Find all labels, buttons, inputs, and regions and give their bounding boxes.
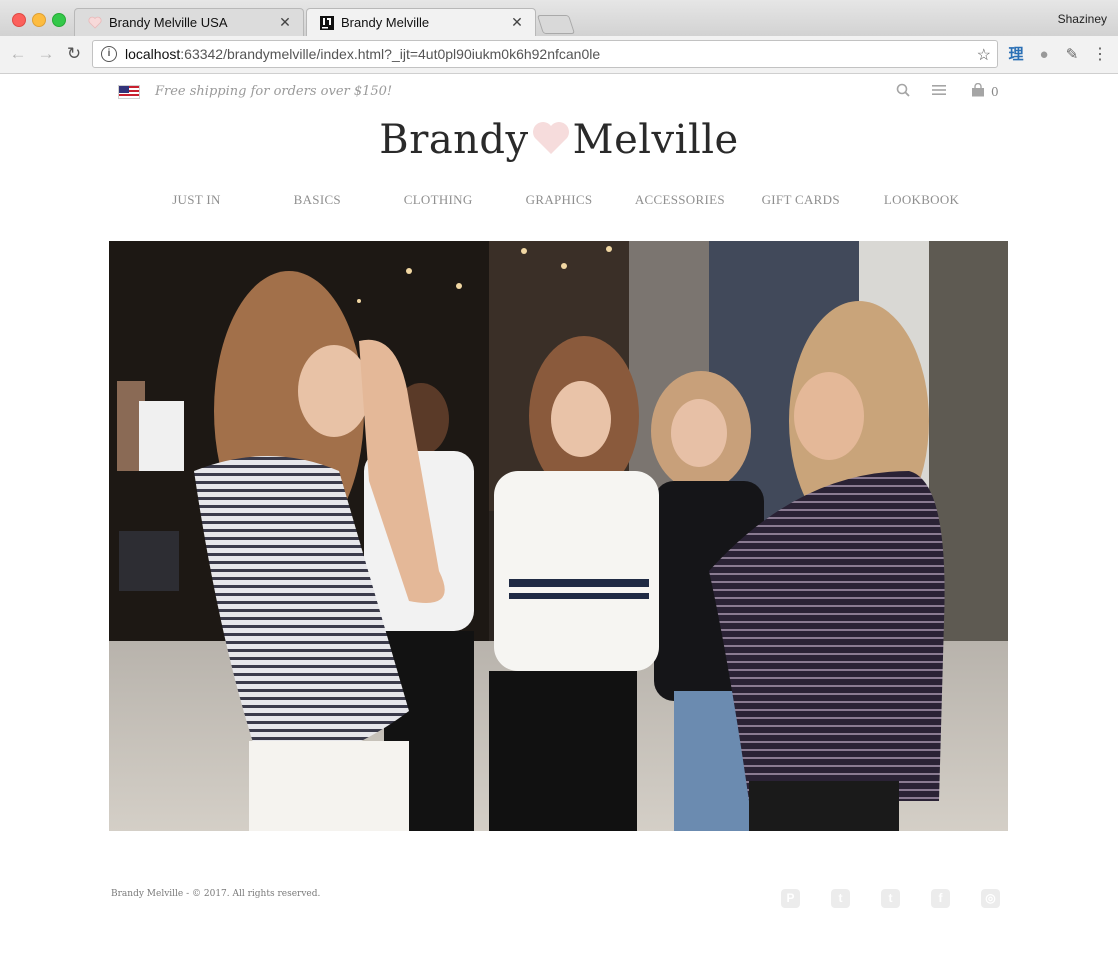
nav-item-graphics[interactable]: GRAPHICS: [499, 192, 620, 208]
nav-item-basics[interactable]: BASICS: [257, 192, 378, 208]
instagram-icon[interactable]: ◎: [981, 889, 1000, 908]
heart-icon: [87, 15, 103, 31]
search-icon[interactable]: [896, 83, 910, 101]
profile-name[interactable]: Shaziney: [1058, 12, 1107, 26]
footer-copyright: Brandy Melville - © 2017. All rights res…: [111, 889, 321, 899]
brand-logo[interactable]: Brandy Melville: [0, 117, 1118, 166]
nav-item-gift-cards[interactable]: GIFT CARDS: [740, 192, 861, 208]
address-bar[interactable]: i localhost:63342/brandymelville/index.h…: [92, 40, 998, 68]
url-host: localhost: [125, 46, 181, 62]
info-icon[interactable]: i: [101, 46, 117, 62]
translate-extension-icon[interactable]: 理: [1007, 46, 1025, 64]
main-navigation: JUST IN BASICS CLOTHING GRAPHICS ACCESSO…: [136, 192, 982, 208]
new-tab-button[interactable]: [536, 15, 576, 34]
eyedropper-extension-icon[interactable]: ✎: [1063, 46, 1081, 64]
pinterest-icon[interactable]: P: [781, 889, 800, 908]
tab-close-icon[interactable]: ✕: [277, 14, 293, 31]
browser-titlebar: Brandy Melville USA ✕ Brandy Melville ✕ …: [0, 0, 1118, 36]
logo-text-left: Brandy: [379, 117, 529, 163]
forward-arrow-icon[interactable]: →: [36, 44, 56, 64]
reload-icon[interactable]: ↻: [64, 44, 84, 64]
close-window-button[interactable]: [12, 13, 26, 27]
tab-close-icon[interactable]: ✕: [509, 14, 525, 31]
url-path: :63342/brandymelville/index.html?_ijt=4u…: [180, 46, 601, 62]
back-arrow-icon[interactable]: ←: [8, 44, 28, 64]
cart-count[interactable]: 0: [991, 85, 999, 99]
nav-item-clothing[interactable]: CLOTHING: [378, 192, 499, 208]
top-utility-bar: Free shipping for orders over $150! 0: [109, 74, 1008, 110]
heart-icon: [531, 120, 571, 166]
shipping-notice: Free shipping for orders over $150!: [155, 84, 393, 99]
hamburger-menu-icon[interactable]: [932, 83, 946, 100]
intellij-icon: [319, 15, 335, 31]
browser-toolbar: ← → ↻ i localhost:63342/brandymelville/i…: [0, 36, 1118, 74]
shopping-bag-icon[interactable]: [971, 82, 985, 101]
zoom-window-button[interactable]: [52, 13, 66, 27]
us-flag-icon[interactable]: [118, 85, 140, 99]
minimize-window-button[interactable]: [32, 13, 46, 27]
tumblr-icon[interactable]: t: [881, 889, 900, 908]
tab-label: Brandy Melville USA: [109, 15, 228, 30]
tab-label: Brandy Melville: [341, 15, 430, 30]
hero-image[interactable]: [109, 241, 1008, 831]
bookmark-star-icon[interactable]: ☆: [977, 45, 991, 65]
palette-extension-icon[interactable]: ●: [1035, 46, 1053, 64]
menu-kebab-icon[interactable]: ⋮: [1091, 46, 1109, 64]
logo-text-right: Melville: [572, 117, 739, 163]
tab-brandy-melville-usa[interactable]: Brandy Melville USA ✕: [74, 8, 304, 36]
tab-brandy-melville[interactable]: Brandy Melville ✕: [306, 8, 536, 36]
facebook-icon[interactable]: f: [931, 889, 950, 908]
nav-item-just-in[interactable]: JUST IN: [136, 192, 257, 208]
nav-item-accessories[interactable]: ACCESSORIES: [619, 192, 740, 208]
twitter-icon[interactable]: t: [831, 889, 850, 908]
nav-item-lookbook[interactable]: LOOKBOOK: [861, 192, 982, 208]
